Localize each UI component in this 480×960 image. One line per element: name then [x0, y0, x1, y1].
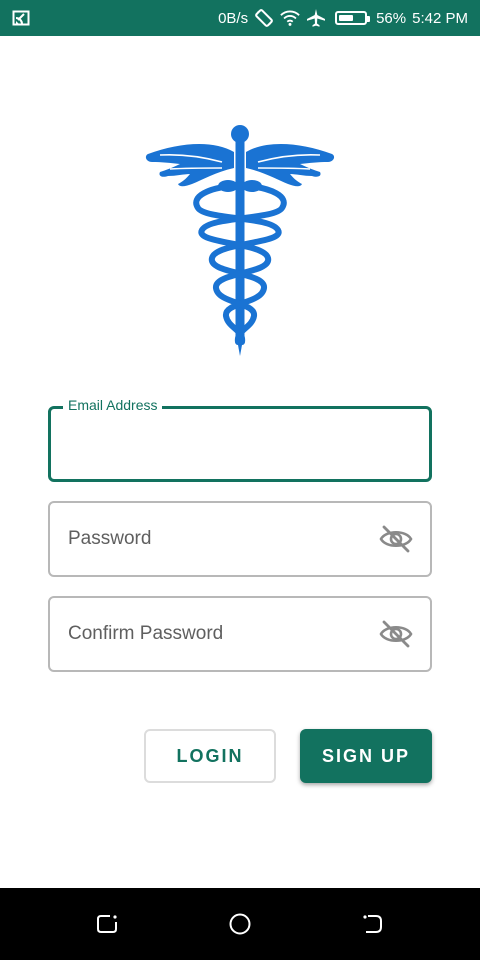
confirm-password-input[interactable] — [66, 598, 370, 670]
home-icon[interactable] — [228, 912, 252, 936]
email-input[interactable] — [67, 409, 369, 479]
clock: 5:42 PM — [412, 9, 468, 27]
caduceus-icon — [140, 124, 340, 360]
confirm-password-field[interactable] — [48, 596, 432, 672]
wifi-icon — [280, 8, 300, 28]
password-input[interactable] — [66, 503, 370, 575]
navigation-bar — [0, 888, 480, 960]
signup-button[interactable]: SIGN UP — [300, 729, 432, 783]
network-speed: 0B/s — [218, 9, 249, 27]
back-icon[interactable] — [361, 912, 385, 936]
battery-icon — [332, 8, 371, 28]
eye-off-icon[interactable] — [378, 619, 414, 649]
recents-icon[interactable] — [95, 912, 119, 936]
cast-icon — [12, 9, 30, 27]
email-field[interactable]: Email Address — [48, 397, 432, 482]
password-field[interactable] — [48, 501, 432, 577]
status-bar: 0B/s 56% 5:42 PM — [0, 0, 480, 36]
screen-rotation-icon — [254, 8, 274, 28]
login-button[interactable]: LOGIN — [144, 729, 276, 783]
airplane-icon — [306, 8, 326, 28]
battery-percent: 56% — [376, 9, 407, 27]
eye-off-icon[interactable] — [378, 524, 414, 554]
